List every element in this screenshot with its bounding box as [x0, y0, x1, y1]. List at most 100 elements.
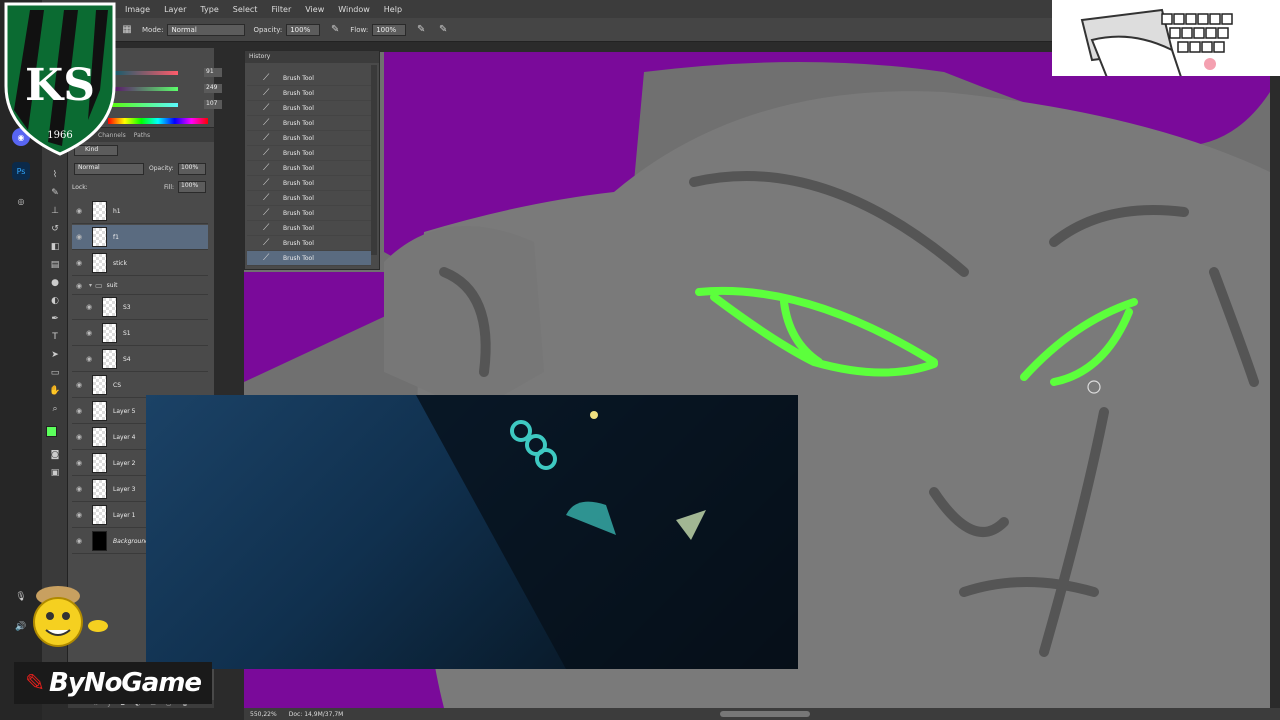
flow-input[interactable]: 100%: [372, 23, 407, 36]
eye-icon[interactable]: ◉: [72, 233, 86, 241]
eye-icon[interactable]: ◉: [72, 407, 86, 415]
group-expand-icon[interactable]: ▾: [89, 282, 92, 289]
history-item[interactable]: ⟋ Brush Tool: [247, 101, 371, 116]
history-scrollbar[interactable]: [371, 65, 377, 255]
layer-row[interactable]: ◉ h1: [72, 199, 208, 224]
zoom-level[interactable]: 550,22%: [250, 711, 277, 718]
eye-icon[interactable]: ◉: [82, 329, 96, 337]
eye-icon[interactable]: ◉: [72, 459, 86, 467]
tab-paths[interactable]: Paths: [134, 132, 150, 139]
history-item[interactable]: ⟋ Brush Tool: [247, 236, 371, 251]
doc-size[interactable]: Doc: 14,9M/37,7M: [289, 711, 344, 718]
eye-icon[interactable]: ◉: [82, 355, 96, 363]
screen-mode-icon[interactable]: ▣: [47, 466, 63, 480]
obs-icon[interactable]: ◎: [12, 192, 30, 210]
menu-image[interactable]: Image: [118, 5, 157, 14]
foreground-color-swatch[interactable]: [46, 426, 57, 437]
menu-help[interactable]: Help: [377, 5, 409, 14]
menu-filter[interactable]: Filter: [264, 5, 298, 14]
eye-icon[interactable]: ◉: [72, 433, 86, 441]
layer-thumbnail: [92, 427, 107, 447]
menu-type[interactable]: Type: [193, 5, 225, 14]
red-slider[interactable]: 91: [108, 68, 222, 78]
menu-layer[interactable]: Layer: [157, 5, 193, 14]
dodge-tool-icon[interactable]: ◐: [47, 294, 63, 308]
history-item[interactable]: ⟋ Brush Tool: [247, 191, 371, 206]
opacity-input[interactable]: 100%: [286, 23, 321, 36]
layer-name: Background: [113, 537, 149, 545]
layer-name: S3: [123, 303, 131, 311]
brush-icon: ⟋: [263, 118, 270, 128]
eye-icon[interactable]: ◉: [72, 259, 86, 267]
status-bar: 550,22% Doc: 14,9M/37,7M: [244, 708, 1280, 720]
layer-name: S1: [123, 329, 131, 337]
red-value[interactable]: 91: [204, 68, 222, 77]
gradient-tool-icon[interactable]: ▤: [47, 258, 63, 272]
history-item[interactable]: ⟋ Brush Tool: [247, 161, 371, 176]
menu-window[interactable]: Window: [331, 5, 377, 14]
eye-icon[interactable]: ◉: [72, 485, 86, 493]
eye-icon[interactable]: ◉: [82, 303, 96, 311]
layer-name: suit: [106, 282, 118, 289]
menu-select[interactable]: Select: [226, 5, 265, 14]
layer-row-selected[interactable]: ◉ f1: [72, 225, 208, 250]
brush-panel-icon[interactable]: ▦: [120, 23, 134, 37]
quick-mask-icon[interactable]: ◙: [47, 448, 63, 462]
zoom-tool-icon[interactable]: ⌕: [47, 402, 63, 416]
clone-stamp-tool-icon[interactable]: ⊥: [47, 204, 63, 218]
eraser-tool-icon[interactable]: ◧: [47, 240, 63, 254]
history-item-current[interactable]: ⟋ Brush Tool: [247, 251, 371, 266]
brush-icon: ⟋: [263, 178, 270, 188]
eye-icon[interactable]: ◉: [72, 381, 86, 389]
eye-icon[interactable]: ◉: [72, 207, 86, 215]
horizontal-scrollbar[interactable]: [720, 711, 810, 717]
color-spectrum[interactable]: [108, 118, 208, 124]
layer-row[interactable]: ◉ stick: [72, 251, 208, 276]
photoshop-taskbar-icon[interactable]: Ps: [12, 162, 30, 180]
hand-tool-icon[interactable]: ✋: [47, 384, 63, 398]
layer-row[interactable]: ◉ S3: [72, 295, 208, 320]
history-item[interactable]: ⟋ Brush Tool: [247, 116, 371, 131]
green-value[interactable]: 249: [204, 84, 222, 93]
history-item[interactable]: ⟋ Brush Tool: [247, 131, 371, 146]
layer-name: Layer 1: [113, 511, 136, 519]
brush-tool-icon[interactable]: ✎: [47, 186, 63, 200]
rectangle-tool-icon[interactable]: ▭: [47, 366, 63, 380]
team-logo: KS 1966: [0, 0, 120, 158]
pen-tool-icon[interactable]: ✒: [47, 312, 63, 326]
history-brush-tool-icon[interactable]: ↺: [47, 222, 63, 236]
mode-select[interactable]: Normal: [167, 23, 246, 36]
layer-name: S4: [123, 355, 131, 363]
eye-icon[interactable]: ◉: [72, 537, 86, 545]
layer-blend-mode[interactable]: Normal: [74, 163, 144, 175]
history-item[interactable]: ⟋ Brush Tool: [247, 176, 371, 191]
eye-icon[interactable]: ◉: [72, 282, 86, 290]
pressure-size-icon[interactable]: ✎: [436, 23, 450, 37]
blue-value[interactable]: 107: [204, 100, 222, 109]
blur-tool-icon[interactable]: ●: [47, 276, 63, 290]
layer-thumbnail: [102, 349, 117, 369]
history-item[interactable]: ⟋ Brush Tool: [247, 71, 371, 86]
eyedropper-tool-icon[interactable]: ⌇: [47, 168, 63, 182]
layer-row[interactable]: ◉ S4: [72, 347, 208, 372]
airbrush-icon[interactable]: ✎: [414, 23, 428, 37]
layer-row[interactable]: ◉ S1: [72, 321, 208, 346]
pressure-opacity-icon[interactable]: ✎: [328, 23, 342, 37]
fill-input[interactable]: 100%: [178, 181, 206, 193]
brush-icon: ⟋: [263, 73, 270, 83]
type-tool-icon[interactable]: T: [47, 330, 63, 344]
layer-opacity-input[interactable]: 100%: [178, 163, 206, 175]
screen: ◉ Ps ◎ 🎙 🔊 Image Layer Type Select Filte…: [0, 0, 1280, 720]
eye-icon[interactable]: ◉: [72, 511, 86, 519]
green-slider[interactable]: 249: [108, 84, 222, 94]
history-item[interactable]: ⟋ Brush Tool: [247, 86, 371, 101]
history-item[interactable]: ⟋ Brush Tool: [247, 206, 371, 221]
video-frame: [416, 395, 798, 669]
blue-slider[interactable]: 107: [108, 100, 222, 110]
history-item[interactable]: ⟋ Brush Tool: [247, 221, 371, 236]
layer-group-row[interactable]: ◉ ▾ ▭ suit: [72, 277, 208, 295]
menu-view[interactable]: View: [298, 5, 331, 14]
path-selection-tool-icon[interactable]: ➤: [47, 348, 63, 362]
layer-thumbnail: [102, 323, 117, 343]
history-item[interactable]: ⟋ Brush Tool: [247, 146, 371, 161]
